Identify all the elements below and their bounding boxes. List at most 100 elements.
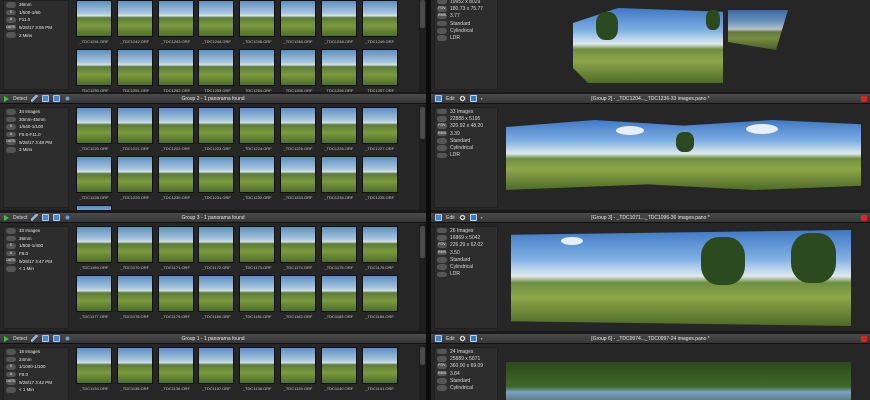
- thumbnail[interactable]: _TDC1173.ORF: [239, 226, 276, 272]
- detect-button[interactable]: Detect: [13, 215, 27, 221]
- image-icon[interactable]: [42, 95, 50, 102]
- panorama-preview[interactable]: [506, 348, 866, 400]
- thumbnail[interactable]: _TDC1224.ORF: [239, 107, 276, 153]
- thumbnail[interactable]: _TDC1171.ORF: [157, 226, 194, 272]
- detect-button[interactable]: Detect: [13, 336, 27, 342]
- thumbnail[interactable]: _TDC1134.ORF: [76, 347, 112, 393]
- thumbnail[interactable]: _TDC1228.ORF: [76, 156, 112, 202]
- thumbnail[interactable]: _TDC1178.ORF: [116, 275, 153, 321]
- scrollbar[interactable]: [419, 224, 426, 331]
- thumbnail[interactable]: _TDC1242.ORF: [116, 0, 153, 46]
- panorama-preview[interactable]: [506, 108, 866, 206]
- thumbnail[interactable]: _TDC1223.ORF: [198, 107, 235, 153]
- thumbnail[interactable]: _TDC1169.ORF: [76, 226, 112, 272]
- thumbnail[interactable]: _TDC1226.ORF: [320, 107, 357, 153]
- wrench-icon[interactable]: [31, 335, 39, 342]
- thumbnail[interactable]: _TDC1137.ORF: [198, 347, 235, 393]
- thumbnail[interactable]: _TDC1244.ORF: [198, 0, 235, 46]
- image-icon[interactable]: [42, 335, 50, 342]
- thumbnail[interactable]: _TDC1252.ORF: [157, 49, 194, 92]
- thumbnail[interactable]: _TDC1180.ORF: [198, 275, 235, 321]
- close-icon[interactable]: [861, 215, 867, 221]
- thumbnail[interactable]: _TDC1175.ORF: [320, 226, 357, 272]
- scrollbar[interactable]: [419, 345, 426, 400]
- image-icon[interactable]: [435, 335, 442, 342]
- thumbnail[interactable]: _TDC1256.ORF: [320, 49, 357, 92]
- thumbnail[interactable]: _TDC1232.ORF: [239, 156, 276, 202]
- play-icon[interactable]: [4, 95, 9, 102]
- thumbnail[interactable]: _TDC1248.ORF: [320, 0, 357, 46]
- thumbnail[interactable]: _TDC1138.ORF: [239, 347, 276, 393]
- thumbnail[interactable]: _TDC1182.ORF: [279, 275, 316, 321]
- scrollbar[interactable]: [419, 0, 426, 92]
- panorama-preview[interactable]: [506, 227, 866, 327]
- thumbnail[interactable]: _TDC1170.ORF: [116, 226, 153, 272]
- scrollbar[interactable]: [419, 105, 426, 210]
- chevron-down-icon[interactable]: ▾: [481, 96, 483, 101]
- thumbnail[interactable]: _TDC1135.ORF: [116, 347, 153, 393]
- thumbnail[interactable]: _TDC1222.ORF: [157, 107, 194, 153]
- thumbnail[interactable]: _TDC1230.ORF: [157, 156, 194, 202]
- thumbnail[interactable]: _TDC1176.ORF: [361, 226, 398, 272]
- thumbnail[interactable]: _TDC1174.ORF: [279, 226, 316, 272]
- star-icon[interactable]: [64, 95, 72, 102]
- thumbnail[interactable]: _TDC1233.ORF: [279, 156, 316, 202]
- thumbnail[interactable]: _TDC1250.ORF: [76, 49, 112, 92]
- thumbnail[interactable]: _TDC1183.ORF: [320, 275, 357, 321]
- gear-icon[interactable]: [458, 335, 466, 342]
- thumbnail[interactable]: _TDC1179.ORF: [157, 275, 194, 321]
- thumbnail[interactable]: _TDC1136.ORF: [157, 347, 194, 393]
- star-icon[interactable]: [64, 335, 72, 342]
- thumbnail[interactable]: _TDC1181.ORF: [239, 275, 276, 321]
- monitor-icon[interactable]: [469, 335, 477, 342]
- wrench-icon[interactable]: [31, 95, 39, 102]
- star-icon[interactable]: [64, 214, 72, 221]
- thumbnail[interactable]: _TDC1227.ORF: [361, 107, 398, 153]
- close-icon[interactable]: [861, 336, 867, 342]
- thumbnail[interactable]: _TDC1243.ORF: [157, 0, 194, 46]
- monitor-icon[interactable]: [469, 214, 477, 221]
- edit-button[interactable]: Edit: [446, 336, 455, 342]
- thumbnail[interactable]: _TDC1184.ORF: [361, 275, 398, 321]
- thumbnail[interactable]: _TDC1257.ORF: [361, 49, 398, 92]
- thumbnail[interactable]: _TDC1251.ORF: [116, 49, 153, 92]
- thumbnail[interactable]: _TDC1172.ORF: [198, 226, 235, 272]
- gear-icon[interactable]: [458, 95, 466, 102]
- close-icon[interactable]: [861, 96, 867, 102]
- thumbnail[interactable]: _TDC1253.ORF: [198, 49, 235, 92]
- wrench-icon[interactable]: [31, 214, 39, 221]
- panorama-preview[interactable]: [506, 0, 866, 88]
- edit-button[interactable]: Edit: [446, 215, 455, 221]
- thumbnail[interactable]: _TDC1139.ORF: [279, 347, 316, 393]
- images-icon[interactable]: [53, 95, 61, 102]
- thumbnail[interactable]: _TDC1220.ORF: [76, 107, 112, 153]
- edit-button[interactable]: Edit: [446, 96, 455, 102]
- chevron-down-icon[interactable]: ▾: [481, 336, 483, 341]
- thumbnail[interactable]: _TDC1231.ORF: [198, 156, 235, 202]
- play-icon[interactable]: [4, 335, 9, 342]
- image-icon[interactable]: [435, 95, 442, 102]
- thumbnail[interactable]: _TDC1140.ORF: [320, 347, 357, 393]
- chevron-down-icon[interactable]: ▾: [481, 215, 483, 220]
- detect-button[interactable]: Detect: [13, 96, 27, 102]
- thumbnail[interactable]: _TDC1246.ORF: [279, 0, 316, 46]
- thumbnail[interactable]: _TDC1236.ORF: [76, 205, 112, 210]
- thumbnail[interactable]: _TDC1141.ORF: [361, 347, 398, 393]
- thumbnail[interactable]: _TDC1245.ORF: [239, 0, 276, 46]
- thumbnail[interactable]: _TDC1255.ORF: [279, 49, 316, 92]
- images-icon[interactable]: [53, 214, 61, 221]
- thumbnail[interactable]: _TDC1234.ORF: [320, 156, 357, 202]
- thumbnail[interactable]: _TDC1229.ORF: [116, 156, 153, 202]
- thumbnail[interactable]: _TDC1235.ORF: [361, 156, 398, 202]
- image-icon[interactable]: [435, 214, 442, 221]
- images-icon[interactable]: [53, 335, 61, 342]
- thumbnail[interactable]: _TDC1249.ORF: [361, 0, 398, 46]
- thumbnail[interactable]: _TDC1254.ORF: [239, 49, 276, 92]
- image-icon[interactable]: [42, 214, 50, 221]
- thumbnail[interactable]: _TDC1177.ORF: [76, 275, 112, 321]
- gear-icon[interactable]: [458, 214, 466, 221]
- thumbnail[interactable]: _TDC1221.ORF: [116, 107, 153, 153]
- monitor-icon[interactable]: [469, 95, 477, 102]
- thumbnail[interactable]: _TDC1225.ORF: [279, 107, 316, 153]
- thumbnail[interactable]: _TDC1241.ORF: [76, 0, 112, 46]
